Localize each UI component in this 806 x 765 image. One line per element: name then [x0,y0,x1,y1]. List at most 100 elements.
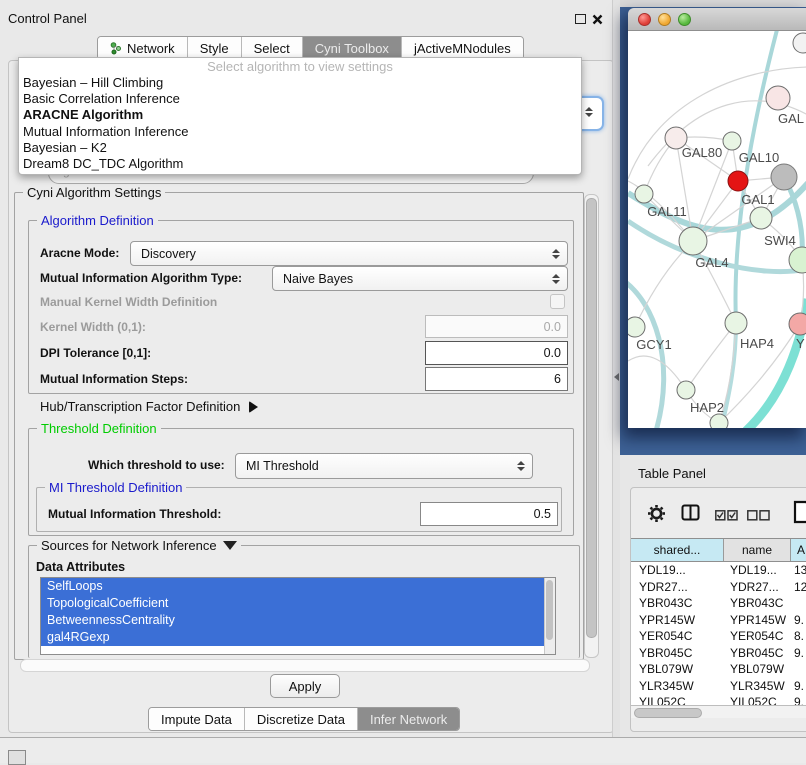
mi-algorithm-type-combo[interactable]: Naive Bayes [272,266,568,291]
node[interactable] [710,414,728,428]
combo-arrows-icon [549,274,563,284]
kernel-width-field[interactable]: 0.0 [425,315,568,338]
node-gal10[interactable] [723,132,741,150]
node-gal11[interactable] [635,185,653,203]
column-header-partial[interactable]: A [791,539,806,561]
table-panel-region: Table Panel [620,455,806,737]
collapse-down-icon [223,541,237,550]
zoom-traffic-light[interactable] [678,13,691,26]
cell-name: YLR345W [723,679,789,693]
bottom-left-button[interactable] [8,750,26,765]
combo-arrows-icon [514,461,528,471]
attribute-item[interactable]: SelfLoops [41,578,545,595]
table-row[interactable]: YPR145W YPR145W 9. [631,612,806,629]
attribute-item[interactable]: TopologicalCoefficient [41,595,545,612]
new-table-icon[interactable] [793,500,806,529]
network-window[interactable]: GAL GAL80 GAL10 GAL1 GAL11 SWI4 GAL4 GCY… [628,8,806,428]
list-hscrollbar[interactable] [20,659,590,672]
column-header-shared[interactable]: shared... [631,539,724,561]
node-label: SWI4 [764,233,796,248]
cell-name: YBR043C [723,596,789,610]
table-row[interactable]: YDL19... YDL19... 13 [631,562,806,579]
which-threshold-label: Which threshold to use: [88,458,225,472]
column-header-name[interactable]: name [724,539,791,561]
minimize-traffic-light[interactable] [658,13,671,26]
network-canvas[interactable]: GAL GAL80 GAL10 GAL1 GAL11 SWI4 GAL4 GCY… [628,31,806,428]
sources-title: Sources for Network Inference [41,538,217,553]
tab-jactivemnodules[interactable]: jActiveMNodules [402,37,523,59]
node-gray[interactable] [771,164,797,190]
settings-scrollbar[interactable] [584,194,599,658]
apply-button[interactable]: Apply [270,674,340,698]
tab-discretize-data[interactable]: Discretize Data [245,708,358,730]
combo-arrows-icon [582,107,596,117]
close-traffic-light[interactable] [638,13,651,26]
cell-shared: YIL052C [631,695,723,705]
dropdown-item-selected[interactable]: ARACNE Algorithm [19,107,581,123]
columns-icon[interactable] [681,504,700,526]
mi-threshold-field[interactable]: 0.5 [420,502,558,526]
tab-cyni-toolbox[interactable]: Cyni Toolbox [303,37,402,59]
table-row[interactable]: YIL052C YIL052C 9. [631,694,806,705]
manual-kernel-checkbox[interactable] [550,294,565,309]
dpi-tolerance-field[interactable]: 0.0 [425,341,568,365]
sources-toggle[interactable]: Sources for Network Inference [37,538,241,553]
hub-definition-toggle[interactable]: Hub/Transcription Factor Definition [40,399,258,414]
divider-collapse-icon[interactable] [614,373,619,381]
gear-icon[interactable] [647,504,666,528]
tab-infer-network[interactable]: Infer Network [358,708,459,730]
float-window-icon[interactable] [575,14,586,24]
cell-value: 9. [789,646,806,660]
node-label: GAL4 [695,255,728,270]
scrollbar-thumb[interactable] [634,708,702,718]
cell-shared: YBR043C [631,596,723,610]
cell-value: 9. [789,679,806,693]
close-icon[interactable] [592,12,603,30]
attribute-item[interactable]: gal4RGexp [41,629,545,646]
dropdown-item[interactable]: Bayesian – Hill Climbing [19,75,581,91]
combo-value: Discovery [131,247,549,261]
tab-style[interactable]: Style [188,37,242,59]
dropdown-item[interactable]: Mutual Information Inference [19,124,581,140]
network-window-titlebar[interactable] [628,8,806,31]
node-hap2[interactable] [677,381,695,399]
dropdown-item[interactable]: Dream8 DC_TDC Algorithm [19,156,581,172]
which-threshold-combo[interactable]: MI Threshold [235,453,533,479]
table-rows[interactable]: YDL19... YDL19... 13 YDR27... YDR27... 1… [631,562,806,705]
dpi-tolerance-label: DPI Tolerance [0,1]: [40,346,151,360]
tab-network[interactable]: Network [98,37,188,59]
table-row[interactable]: YER054C YER054C 8. [631,628,806,645]
data-attributes-label: Data Attributes [36,560,125,574]
node-red[interactable] [728,171,748,191]
cell-shared: YDR27... [631,580,723,594]
node-gal1[interactable] [750,207,772,229]
node-gal[interactable] [766,86,790,110]
node-label: GCY1 [636,337,671,352]
aracne-mode-combo[interactable]: Discovery [130,241,568,266]
node-hap4[interactable] [725,312,747,334]
deselect-checkboxes-icon[interactable] [747,508,770,526]
dropdown-item[interactable]: Basic Correlation Inference [19,91,581,107]
control-panel-title: Control Panel [8,11,87,26]
tab-select[interactable]: Select [242,37,303,59]
node-gal4[interactable] [679,227,707,255]
mi-steps-field[interactable]: 6 [425,367,568,391]
data-attributes-list[interactable]: SelfLoops TopologicalCoefficient Between… [40,577,556,655]
dropdown-item[interactable]: Bayesian – K2 [19,140,581,156]
list-scrollbar[interactable] [544,578,555,654]
attribute-item[interactable]: BetweennessCentrality [41,612,545,629]
table-row[interactable]: YBL079W YBL079W [631,661,806,678]
tab-impute-data[interactable]: Impute Data [149,708,245,730]
node-label: GAL1 [741,192,774,207]
select-all-checkboxes-icon[interactable] [715,508,738,526]
scrollbar-thumb[interactable] [586,198,597,638]
table-row[interactable]: YLR345W YLR345W 9. [631,678,806,695]
table-row[interactable]: YDR27... YDR27... 12 [631,579,806,596]
node[interactable] [793,33,806,53]
table-row[interactable]: YBR045C YBR045C 9. [631,645,806,662]
node-gcy1[interactable] [628,317,645,337]
node-y[interactable] [789,313,806,335]
table-hscrollbar[interactable] [631,705,806,718]
scrollbar-thumb[interactable] [546,580,553,640]
table-row[interactable]: YBR043C YBR043C [631,595,806,612]
